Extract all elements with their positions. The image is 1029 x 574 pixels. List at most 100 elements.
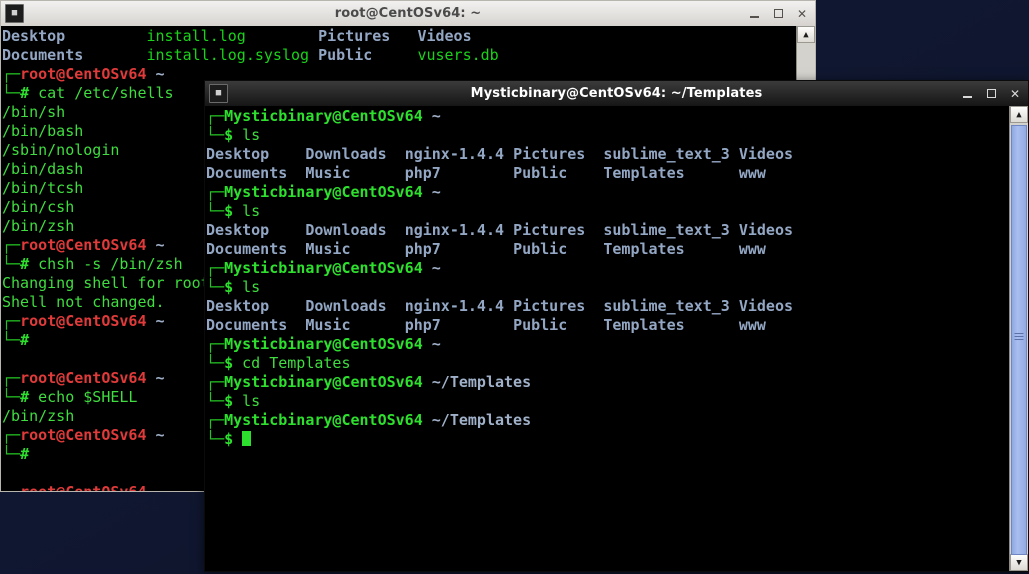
- terminal-text: └─: [206, 278, 225, 296]
- scroll-track[interactable]: [1010, 123, 1028, 555]
- terminal-text: Music: [305, 164, 351, 182]
- minimize-button[interactable]: [956, 84, 978, 104]
- terminal-text: ~: [431, 183, 441, 201]
- terminal-text: root@CentOSv64: [20, 483, 146, 491]
- terminal-text: └─: [2, 255, 21, 273]
- titlebar-mysticbinary-window[interactable]: ■ Mysticbinary@CentOSv64: ~/Templates ✕: [204, 80, 1029, 106]
- window-title-mysticbinary: Mysticbinary@CentOSv64: ~/Templates: [470, 86, 763, 101]
- scroll-down-arrow-icon[interactable]: ▼: [1010, 554, 1028, 571]
- terminal-text: install.log: [146, 27, 246, 45]
- titlebar-root-window[interactable]: ■ root@CentOSv64: ~ ✕: [0, 0, 816, 26]
- terminal-text: ┌─: [206, 411, 225, 429]
- terminal-text: └─: [206, 126, 225, 144]
- terminal-text: ~: [431, 107, 441, 125]
- terminal-text: cd Templates: [242, 354, 351, 372]
- terminal-text: Mysticbinary@CentOSv64: [224, 411, 423, 429]
- terminal-line: ┌─Mysticbinary@CentOSv64 ~/Templates: [206, 411, 1009, 430]
- minimize-button[interactable]: [743, 4, 765, 24]
- terminal-text: nginx-1.4.4: [404, 297, 505, 315]
- terminal-text: Documents: [206, 240, 288, 258]
- terminal-window-mysticbinary[interactable]: ■ Mysticbinary@CentOSv64: ~/Templates ✕ …: [204, 80, 1029, 572]
- terminal-line: └─$ ls: [206, 126, 1009, 145]
- terminal-text: root@CentOSv64: [20, 65, 147, 83]
- close-button[interactable]: ✕: [1004, 84, 1026, 104]
- terminal-text: Changing shell for root.: [2, 274, 219, 292]
- terminal-text: cat /etc/shells: [38, 84, 174, 102]
- terminal-line: Desktop install.log Pictures Videos: [2, 27, 796, 46]
- terminal-text: /bin/zsh: [2, 217, 75, 235]
- scroll-up-arrow-icon[interactable]: ▲: [797, 26, 815, 43]
- terminal-text: Desktop: [206, 297, 270, 315]
- terminal-text: Videos: [738, 221, 794, 239]
- terminal-text: root@CentOSv64: [20, 312, 147, 330]
- terminal-text: /bin/dash: [2, 160, 84, 178]
- terminal-text: #: [20, 331, 30, 349]
- terminal-text: └─: [206, 354, 225, 372]
- terminal-text: root@CentOSv64: [20, 426, 147, 444]
- terminal-text: └─: [2, 388, 21, 406]
- terminal-text: Music: [305, 240, 351, 258]
- terminal-text: www: [738, 164, 766, 182]
- terminal-text: Public: [513, 164, 568, 182]
- terminal-text: Mysticbinary@CentOSv64: [224, 373, 423, 391]
- terminal-text: Desktop: [2, 27, 66, 45]
- terminal-text: Mysticbinary@CentOSv64: [224, 107, 423, 125]
- terminal-text: /bin/bash: [2, 122, 84, 140]
- terminal-text: Desktop: [206, 221, 270, 239]
- terminal-line: └─$: [206, 430, 1009, 449]
- terminal-text: ┌─: [206, 373, 225, 391]
- maximize-button[interactable]: [980, 84, 1002, 104]
- terminal-line: Desktop Downloads nginx-1.4.4 Pictures s…: [206, 221, 1009, 240]
- scrollbar-mysticbinary-window[interactable]: ▲ ▼: [1009, 106, 1028, 571]
- scroll-thumb[interactable]: [1011, 125, 1027, 555]
- terminal-text: php7: [404, 316, 441, 334]
- terminal-line: ┌─Mysticbinary@CentOSv64 ~: [206, 259, 1009, 278]
- maximize-button[interactable]: [767, 4, 789, 24]
- terminal-text: ~: [431, 335, 441, 353]
- terminal-line: └─$ ls: [206, 392, 1009, 411]
- terminal-output-mysticbinary[interactable]: ┌─Mysticbinary@CentOSv64 ~ └─$ ls Desktop …: [205, 106, 1009, 571]
- terminal-text: Mysticbinary@CentOSv64: [224, 183, 423, 201]
- terminal-line: Desktop Downloads nginx-1.4.4 Pictures s…: [206, 297, 1009, 316]
- terminal-text: ┌─: [2, 426, 21, 444]
- terminal-text: #: [20, 84, 30, 102]
- terminal-text: nginx-1.4.4: [404, 221, 505, 239]
- terminal-line: ┌─Mysticbinary@CentOSv64 ~: [206, 183, 1009, 202]
- terminal-text: ┌─: [2, 369, 21, 387]
- terminal-text: ┌─: [206, 107, 225, 125]
- terminal-line: Documents Music php7 Public Templates ww…: [206, 164, 1009, 183]
- terminal-text: nginx-1.4.4: [404, 145, 505, 163]
- terminal-text: ┌─: [2, 236, 21, 254]
- terminal-text: ┌─: [2, 65, 21, 83]
- close-button[interactable]: ✕: [791, 4, 813, 24]
- terminal-text: Shell not changed.: [2, 293, 165, 311]
- terminal-text: ~: [155, 236, 165, 254]
- terminal-text: $: [224, 202, 234, 220]
- terminal-text: sublime_text_3: [603, 145, 730, 163]
- scroll-up-arrow-icon[interactable]: ▲: [1010, 106, 1028, 123]
- terminal-text: ┌─: [206, 335, 225, 353]
- terminal-text: └─: [2, 331, 21, 349]
- terminal-body-mysticbinary: ┌─Mysticbinary@CentOSv64 ~ └─$ ls Desktop …: [204, 106, 1029, 572]
- terminal-text: install.log.syslog: [146, 46, 310, 64]
